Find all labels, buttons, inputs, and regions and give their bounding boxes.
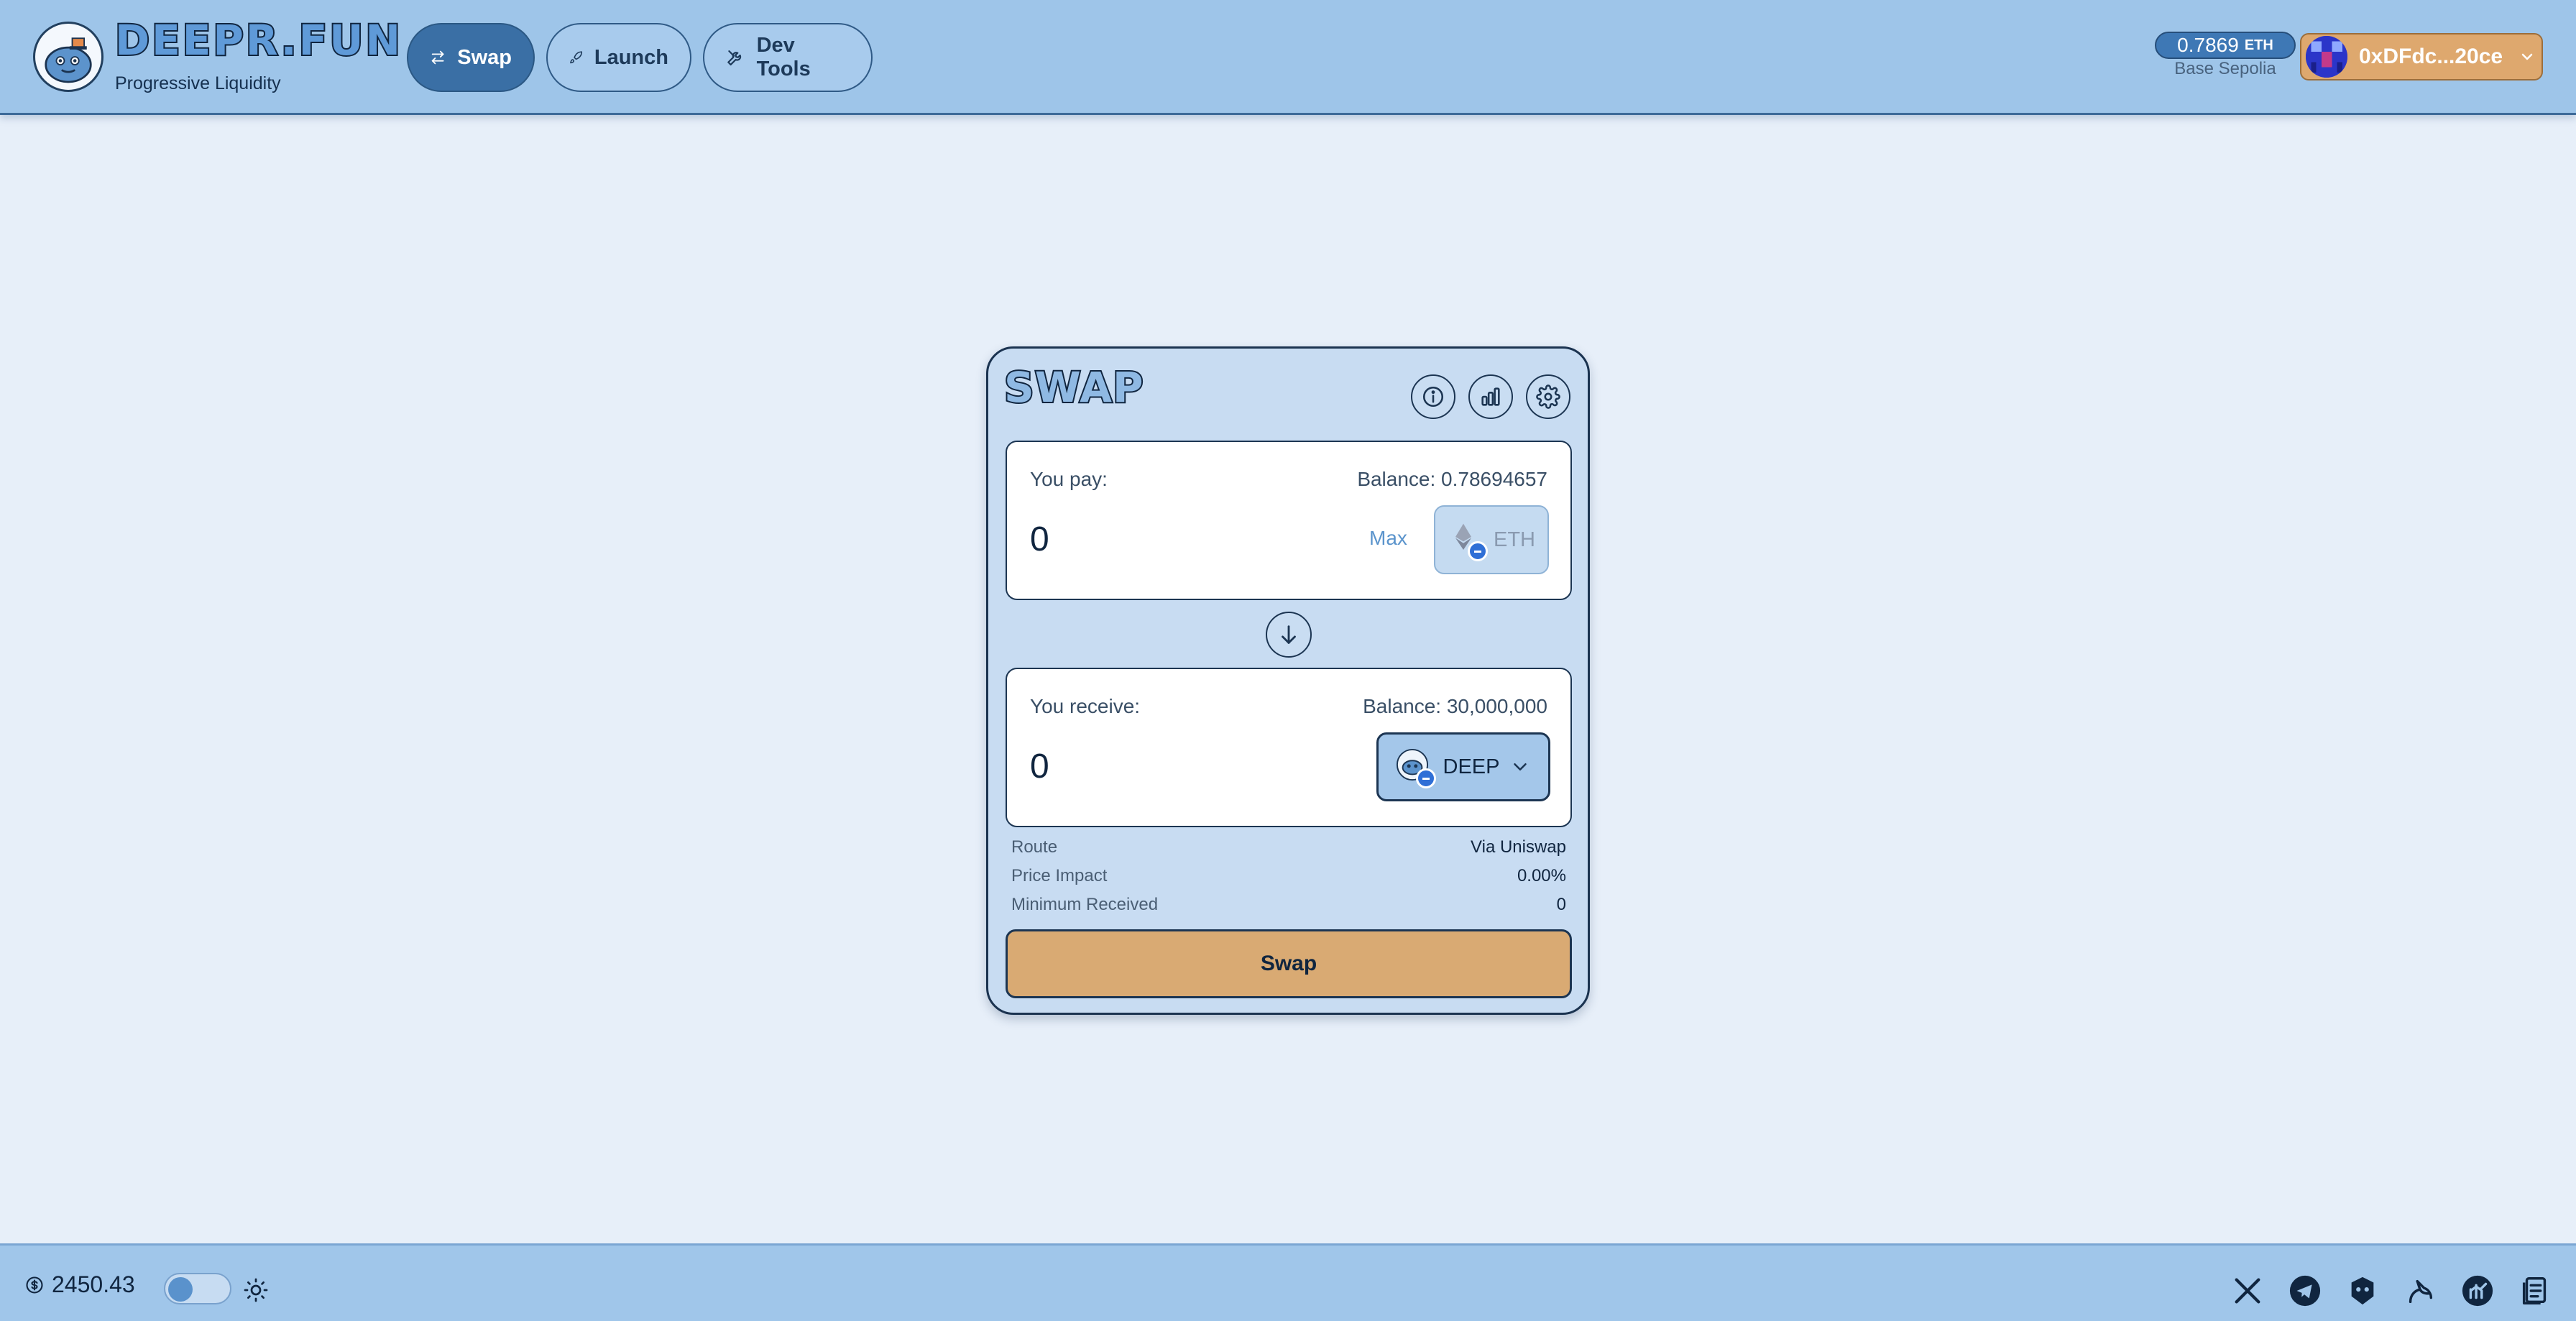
dexscreener-link[interactable] — [2461, 1274, 2494, 1307]
receive-token-selector[interactable]: DEEP — [1376, 732, 1550, 801]
minimum-received-row: Minimum Received 0 — [1011, 895, 1566, 919]
price-impact-label: Price Impact — [1011, 866, 1108, 885]
minimum-received-value: 0 — [1556, 895, 1566, 914]
github-link[interactable] — [2346, 1274, 2379, 1307]
receive-amount-input[interactable]: 0 — [1030, 747, 1049, 786]
route-row: Route Via Uniswap — [1011, 837, 1566, 862]
route-value: Via Uniswap — [1471, 837, 1566, 857]
x-twitter-link[interactable] — [2231, 1274, 2264, 1307]
brand-tagline: Progressive Liquidity — [115, 73, 281, 93]
route-label: Route — [1011, 837, 1058, 857]
deep-token-icon — [1396, 748, 1436, 788]
info-icon — [1422, 386, 1444, 408]
document-icon — [2522, 1277, 2547, 1304]
x-twitter-icon — [2235, 1278, 2260, 1304]
price-impact-row: Price Impact 0.00% — [1011, 866, 1566, 890]
dollar-icon — [26, 1276, 43, 1294]
nav-launch-label: Launch — [594, 45, 668, 69]
gear-icon — [1536, 385, 1560, 409]
pay-amount-input[interactable]: 0 — [1030, 520, 1049, 559]
rocket-icon — [570, 51, 583, 64]
toggle-knob — [168, 1277, 193, 1302]
eth-price: 2450.43 — [24, 1271, 135, 1298]
nav-launch-button[interactable]: Launch — [546, 23, 691, 92]
eth-balance-unit: ETH — [2244, 37, 2273, 53]
eth-balance-pill: 0.7869 ETH — [2155, 32, 2296, 59]
chart-button[interactable] — [1468, 374, 1513, 419]
chevron-down-icon — [1514, 763, 1527, 770]
telegram-icon — [2289, 1275, 2321, 1307]
bar-chart-icon — [1481, 387, 1500, 406]
pay-panel: You pay: Balance: 0.78694657 0 Max ETH — [1006, 441, 1572, 600]
tools-icon — [727, 50, 742, 66]
pay-token-symbol: ETH — [1494, 528, 1535, 551]
sun-icon[interactable] — [243, 1277, 269, 1303]
pay-token-selector[interactable]: ETH — [1434, 505, 1549, 574]
receive-label: You receive: — [1030, 695, 1141, 717]
swap-arrows-icon — [431, 50, 444, 65]
telegram-link[interactable] — [2288, 1274, 2322, 1307]
max-button[interactable]: Max — [1369, 527, 1407, 550]
receive-panel: You receive: Balance: 30,000,000 0 DEEP — [1006, 668, 1572, 827]
eth-price-value: 2450.43 — [52, 1271, 135, 1297]
chart-circle-icon — [2462, 1275, 2493, 1307]
nav-dev-tools-button[interactable]: Dev Tools — [703, 23, 873, 92]
nav-swap-label: Swap — [457, 45, 512, 69]
nav-dev-tools-label: Dev Tools — [756, 34, 811, 80]
chevron-down-icon — [2521, 53, 2533, 60]
top-header: DEEPR.FUN Progressive Liquidity Swap Lau… — [0, 0, 2576, 115]
unicorn-icon — [2409, 1279, 2433, 1304]
info-button[interactable] — [1411, 374, 1455, 419]
eth-token-icon — [1448, 521, 1488, 561]
swap-card: SWAP You pay: Balance: 0.78694657 0 Max … — [986, 346, 1590, 1015]
receive-balance: Balance: 30,000,000 — [1363, 695, 1547, 717]
minimum-received-label: Minimum Received — [1011, 895, 1159, 914]
docs-link[interactable] — [2518, 1274, 2552, 1307]
network-name: Base Sepolia — [2174, 59, 2276, 78]
swap-card-title: SWAP — [1003, 362, 1145, 413]
uniswap-link[interactable] — [2404, 1274, 2437, 1307]
price-impact-value: 0.00% — [1517, 866, 1566, 885]
eth-balance-value: 0.7869 — [2177, 34, 2239, 56]
wallet-avatar — [2306, 36, 2347, 78]
bottom-footer: 2450.43 — [0, 1243, 2576, 1321]
switch-direction-button[interactable] — [1266, 612, 1312, 658]
brand-title[interactable]: DEEPR.FUN — [114, 14, 402, 66]
pay-balance: Balance: 0.78694657 — [1357, 468, 1547, 490]
arrow-down-icon — [1282, 625, 1296, 644]
swap-submit-button[interactable]: Swap — [1006, 929, 1572, 998]
logo-mascot-icon[interactable] — [33, 22, 104, 92]
github-icon — [2351, 1276, 2374, 1305]
wallet-button[interactable]: 0xDFdc...20ce — [2300, 33, 2543, 80]
theme-toggle[interactable] — [164, 1273, 231, 1304]
pay-label: You pay: — [1030, 468, 1108, 490]
nav-swap-button[interactable]: Swap — [407, 23, 535, 92]
settings-button[interactable] — [1526, 374, 1570, 419]
receive-token-symbol: DEEP — [1443, 755, 1500, 778]
wallet-address: 0xDFdc...20ce — [2359, 45, 2503, 68]
